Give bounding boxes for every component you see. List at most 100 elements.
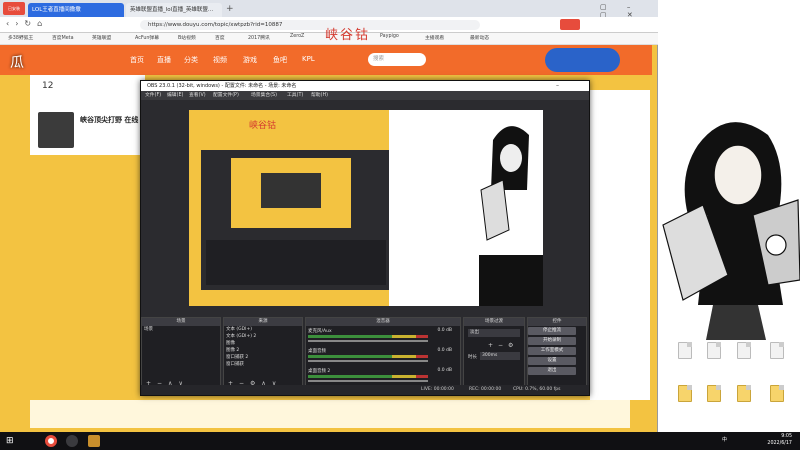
source-item[interactable]: 图像 2 [224, 347, 302, 354]
nav-live[interactable]: 直播 [157, 55, 171, 65]
nav-home[interactable]: 首页 [130, 55, 144, 65]
search-input[interactable]: 搜索 [368, 53, 426, 66]
mixer-dock: 混音器 麦克风/Aux 0.0 dB 桌面音频 0.0 dB 桌面音频 2 0.… [305, 317, 461, 389]
volume-meter [308, 355, 428, 358]
tab-active[interactable]: LOL王者直播间撒撒 [28, 3, 124, 17]
taskbar: ⊞ 中 9:05 2022/6/17 [0, 432, 800, 450]
bookmark[interactable]: B站视频 [178, 34, 196, 41]
tab-bar: 已安装 LOL王者直播间撒撒 英雄联盟直播_lol直播_英雄联盟... + ▢ … [0, 0, 658, 19]
duration-input[interactable]: 300ms [480, 352, 520, 360]
bookmark[interactable]: 主播观看 [425, 34, 444, 41]
transitions-dock-title: 场景过渡 [464, 318, 524, 326]
source-item[interactable]: 窗口捕获 2 [224, 354, 302, 361]
mixer-channel-name: 麦克风/Aux [308, 329, 332, 334]
volume-slider[interactable] [308, 380, 428, 382]
menu-scene-collection[interactable]: 场景集合(S) [251, 91, 277, 100]
bookmark[interactable]: Paypigo [380, 34, 399, 39]
tab[interactable]: 英雄联盟直播_lol直播_英雄联盟... [126, 3, 222, 17]
desktop-icon[interactable]: 新建文本文档 [760, 342, 794, 368]
live-time: LIVE: 00:00:00 [421, 387, 454, 392]
mixer-channel-db: 0.0 dB [437, 368, 452, 373]
desktop-icon-label: x [742, 361, 746, 367]
nav-games[interactable]: 游戏 [243, 55, 257, 65]
desktop-icon-label: 新建文本文档 [761, 362, 792, 368]
desktop-icon[interactable]: x [727, 342, 761, 367]
scene-item[interactable]: 场景 [142, 326, 220, 333]
chrome-icon[interactable] [45, 435, 57, 447]
volume-slider[interactable] [308, 360, 428, 362]
bookmark[interactable]: 百度 [215, 34, 225, 41]
source-item[interactable]: 窗口捕获 [224, 361, 302, 368]
obs-preview[interactable]: 峡谷钴 [189, 110, 543, 306]
desktop-icon-label: YB [681, 404, 689, 410]
desktop-icon[interactable]: 公告 [697, 342, 731, 368]
bookmark[interactable]: 百度Meta [52, 34, 74, 41]
nav-kpl[interactable]: KPL [302, 55, 315, 63]
clock[interactable]: 9:05 2022/6/17 [767, 433, 792, 447]
sources-dock: 来源 文本 (GDI+) 文本 (GDI+) 2 图像 图像 2 窗口捕获 2 … [223, 317, 303, 389]
desktop-icon[interactable]: 新建文件夹 (2) [697, 385, 731, 411]
transition-select[interactable]: 淡出 [468, 329, 520, 337]
menu-profile[interactable]: 配置文件(P) [213, 91, 239, 100]
menu-view[interactable]: 查看(V) [189, 91, 206, 100]
transitions-dock: 场景过渡 淡出 +−⚙ 时长 300ms [463, 317, 525, 389]
desktop-icon[interactable]: 新建文件夹 [760, 385, 794, 411]
input-lang[interactable]: 中 [722, 436, 727, 443]
nav-category[interactable]: 分类 [184, 55, 198, 65]
gift-bar [30, 400, 630, 428]
mixer-channel-db: 0.0 dB [437, 348, 452, 353]
stream-overlay-title: 峡谷钴 [325, 28, 371, 43]
bookmark[interactable]: 最新动态 [470, 34, 489, 41]
start-recording-button[interactable]: 开始录制 [528, 337, 576, 345]
duration-label: 时长 [468, 355, 477, 360]
site-nav: 首页 直播 分类 视频 游戏 鱼吧 KPL 搜索 [0, 45, 652, 75]
desktop-icon[interactable]: JTGL [727, 385, 761, 410]
menu-tools[interactable]: 工具(T) [287, 91, 303, 100]
bookmark[interactable]: 2017腾讯 [248, 34, 270, 41]
source-item[interactable]: 文本 (GDI+) 2 [224, 333, 302, 340]
mixer-channel: 桌面音频 0.0 dB [308, 348, 458, 366]
bookmark[interactable]: ZeroZ [290, 34, 304, 39]
nav-fishbar[interactable]: 鱼吧 [273, 55, 287, 65]
browser-badge[interactable]: 已安装 [3, 2, 25, 15]
start-icon[interactable]: ⊞ [6, 436, 14, 446]
mixer-channel-db: 0.0 dB [437, 328, 452, 333]
obs-icon[interactable] [66, 435, 78, 447]
source-item[interactable]: 图像 [224, 340, 302, 347]
settings-button[interactable]: 设置 [528, 357, 576, 365]
menu-help[interactable]: 帮助(H) [311, 91, 328, 100]
app-icon[interactable] [88, 435, 100, 447]
extension-icon[interactable] [560, 19, 580, 30]
promo-banner[interactable] [545, 48, 620, 72]
menu-file[interactable]: 文件(F) [145, 91, 161, 100]
page-right-area [389, 110, 479, 306]
preview-art-panel [479, 110, 543, 306]
new-tab-icon[interactable]: + [226, 3, 234, 15]
clock-date: 2022/6/17 [767, 441, 792, 446]
desktop-icon-label: 新建文件夹 [764, 405, 790, 411]
scenes-dock: 场景 场景 +−∧∨ [141, 317, 221, 389]
bookmark[interactable]: 英雄联盟 [92, 34, 111, 41]
bookmark[interactable]: AcFun弹幕 [135, 34, 159, 41]
transition-controls[interactable]: +−⚙ [488, 342, 518, 349]
stream-overlay-left: 瓜 [10, 55, 24, 71]
screen: 脚本 公告 x 新建文本文档 YB 新建文件夹 (2) JTGL 新建文件夹 已… [0, 0, 800, 450]
url-field[interactable]: https://www.douyu.com/topic/xwtpzb?rid=1… [140, 20, 480, 30]
stop-streaming-button[interactable]: 停止推流 [528, 327, 576, 335]
volume-slider[interactable] [308, 340, 428, 342]
stat-number: 12 [42, 81, 54, 91]
room-title: 峡谷顶尖打野 在线 [80, 116, 139, 124]
clock-time: 9:05 [781, 434, 792, 439]
studio-mode-button[interactable]: 工作室模式 [528, 347, 576, 355]
bookmark[interactable]: 多38野狐王 [8, 34, 33, 41]
source-item[interactable]: 文本 (GDI+) [224, 326, 302, 333]
mixer-channel: 麦克风/Aux 0.0 dB [308, 328, 458, 346]
anchor-avatar[interactable] [38, 112, 74, 148]
menu-edit[interactable]: 编辑(E) [167, 91, 183, 100]
nav-video[interactable]: 视频 [213, 55, 227, 65]
nav-buttons[interactable]: ‹›↻⌂ [6, 19, 48, 28]
volume-meter [308, 335, 428, 338]
exit-button[interactable]: 退出 [528, 367, 576, 375]
volume-meter [308, 375, 428, 378]
desktop-icon-label: 脚本 [679, 362, 690, 368]
